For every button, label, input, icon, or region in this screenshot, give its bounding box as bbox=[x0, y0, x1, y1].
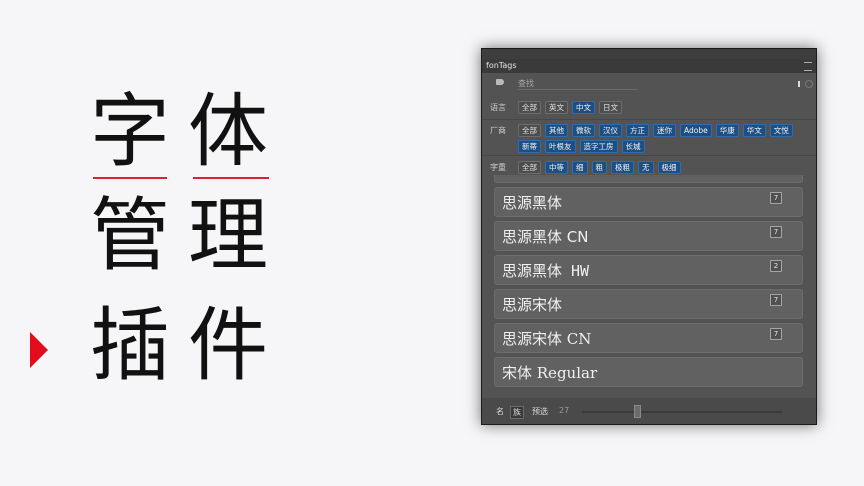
vendor-chip[interactable]: 新蒂 bbox=[518, 140, 541, 153]
font-style-count-badge[interactable]: 7 bbox=[770, 294, 782, 306]
options-icon[interactable] bbox=[805, 80, 813, 88]
font-list-item[interactable]: 思源黑体 7 bbox=[494, 187, 803, 217]
language-chips: 全部 英文 中文 日文 bbox=[518, 101, 814, 114]
filter-label-weight: 字重 bbox=[490, 163, 506, 172]
font-name: 宋体 Regular bbox=[502, 364, 598, 382]
vendor-chip[interactable]: 华康 bbox=[715, 124, 739, 137]
vendor-chip[interactable]: Adobe bbox=[680, 124, 712, 137]
font-list[interactable]: 思源黑体 7 思源黑体 CN 7 思源黑体 HW 2 思源宋体 7 思源宋体 CN 7 宋体 Reg… bbox=[494, 175, 805, 397]
weight-chip[interactable]: 中等 bbox=[545, 161, 568, 174]
weight-chips: 全部 中等细粗极粗无极细 bbox=[518, 161, 814, 174]
search-row bbox=[482, 75, 816, 93]
weight-chip[interactable]: 全部 bbox=[518, 161, 541, 174]
filter-weight: 字重 全部 中等细粗极粗无极细 bbox=[482, 161, 816, 175]
font-list-item-partial[interactable] bbox=[494, 175, 803, 183]
bottom-bar: 名 族 预选 27 bbox=[482, 398, 816, 424]
vendor-chip[interactable]: 迷你 bbox=[653, 124, 676, 137]
weight-chip[interactable]: 细 bbox=[572, 161, 588, 174]
font-style-count-badge[interactable]: 7 bbox=[770, 192, 782, 204]
vendor-chip[interactable]: 造字工房 bbox=[579, 140, 618, 153]
font-name: 思源宋体 bbox=[502, 296, 563, 314]
fontags-panel: fonTags 语言 全部英文中文日文 厂商 全部其他微软汉仪方正迷你Adobe… bbox=[481, 48, 817, 425]
font-list-item[interactable]: 思源宋体 7 bbox=[494, 289, 803, 319]
language-chip[interactable]: 中文 bbox=[572, 101, 595, 114]
panel-tabbar: fonTags bbox=[482, 59, 816, 73]
headline-underline bbox=[93, 177, 167, 179]
headline-char: 理 bbox=[188, 189, 268, 282]
sort-icon[interactable] bbox=[798, 81, 804, 87]
headline-char: 插 bbox=[90, 299, 170, 392]
panel-titlebar[interactable] bbox=[482, 49, 816, 59]
vendor-chip[interactable]: 方正 bbox=[626, 124, 649, 137]
vendor-chip[interactable]: 长城 bbox=[621, 140, 645, 153]
headline-char: 体 bbox=[188, 85, 268, 178]
weight-chip[interactable]: 极粗 bbox=[611, 161, 634, 174]
language-chip[interactable]: 日文 bbox=[599, 101, 622, 114]
font-style-count-badge[interactable]: 7 bbox=[770, 226, 782, 238]
sort-by-name-button[interactable]: 名 bbox=[494, 406, 506, 417]
filter-label-language: 语言 bbox=[490, 103, 506, 112]
panel-menu-icon[interactable] bbox=[804, 62, 812, 71]
font-list-item[interactable]: 思源黑体 HW 2 bbox=[494, 255, 803, 285]
sort-by-family-button[interactable]: 族 bbox=[510, 406, 524, 419]
font-name: 思源宋体 CN bbox=[502, 330, 592, 348]
play-arrow-icon bbox=[30, 332, 48, 368]
headline-char: 件 bbox=[188, 299, 268, 392]
weight-chip[interactable]: 极细 bbox=[657, 161, 681, 174]
preview-button[interactable]: 预选 bbox=[530, 406, 550, 417]
vendor-chip[interactable]: 叶根友 bbox=[545, 140, 576, 153]
tag-icon[interactable] bbox=[496, 79, 504, 85]
vendor-chip[interactable]: 华文 bbox=[742, 124, 766, 137]
vendor-chip[interactable]: 汉仪 bbox=[599, 124, 622, 137]
preview-size-slider-handle[interactable] bbox=[634, 405, 641, 418]
vendor-chip[interactable]: 微软 bbox=[572, 124, 595, 137]
search-input[interactable] bbox=[518, 77, 638, 90]
language-chip[interactable]: 全部 bbox=[518, 101, 541, 114]
filter-language: 语言 全部 英文 中文 日文 bbox=[482, 101, 816, 117]
headline-underline bbox=[193, 177, 269, 179]
preview-size-slider[interactable] bbox=[582, 411, 782, 413]
font-style-count-badge[interactable]: 2 bbox=[770, 260, 782, 272]
headline-char: 管 bbox=[90, 189, 170, 282]
weight-chip[interactable]: 无 bbox=[638, 161, 654, 174]
font-style-count-badge[interactable]: 7 bbox=[770, 328, 782, 340]
font-name: 思源黑体 HW bbox=[502, 262, 590, 280]
font-list-item[interactable]: 思源宋体 CN 7 bbox=[494, 323, 803, 353]
tab-fontags[interactable]: fonTags bbox=[486, 61, 517, 70]
divider bbox=[482, 119, 816, 120]
divider bbox=[482, 155, 816, 156]
font-name: 思源黑体 bbox=[502, 194, 563, 212]
vendor-chips: 全部 其他 微软 汉仪 方正 迷你 Adobe 华康 华文 文悦新蒂 叶根友 造字工房 长城 bbox=[518, 124, 814, 153]
vendor-chip[interactable]: 文悦 bbox=[769, 124, 793, 137]
vendor-chip[interactable]: 其他 bbox=[545, 124, 568, 137]
preview-size-value[interactable]: 27 bbox=[559, 406, 569, 415]
headline-char: 字 bbox=[90, 85, 170, 178]
font-name: 思源黑体 CN bbox=[502, 228, 589, 246]
vendor-chip[interactable]: 全部 bbox=[518, 124, 541, 137]
filter-vendor: 厂商 全部 其他 微软 汉仪 方正 迷你 Adobe 华康 华文 文悦新蒂 叶根友 造字工房 长城 bbox=[482, 124, 816, 154]
font-list-item[interactable]: 宋体 Regular bbox=[494, 357, 803, 387]
language-chip[interactable]: 英文 bbox=[545, 101, 568, 114]
filter-label-vendor: 厂商 bbox=[490, 126, 506, 135]
weight-chip[interactable]: 粗 bbox=[591, 161, 607, 174]
font-list-item[interactable]: 思源黑体 CN 7 bbox=[494, 221, 803, 251]
